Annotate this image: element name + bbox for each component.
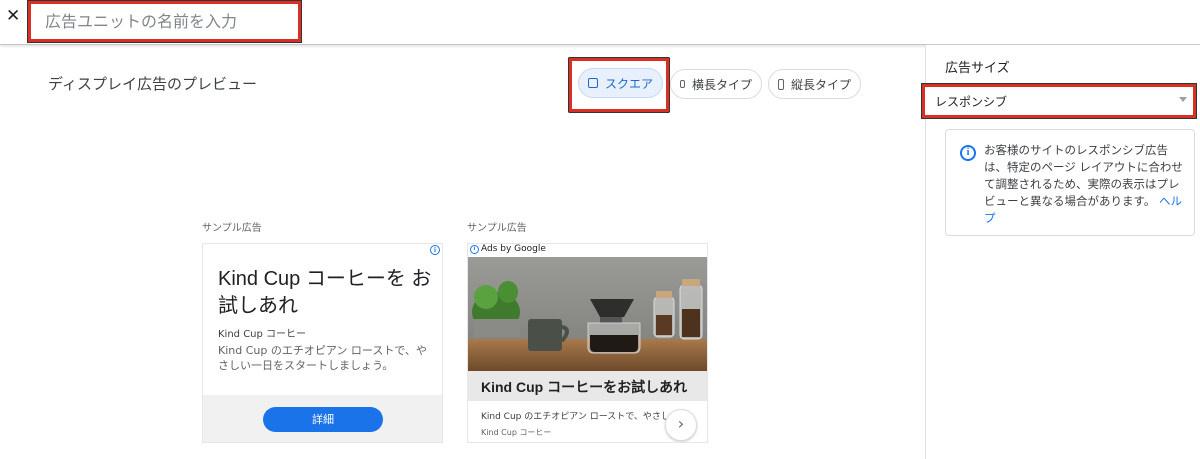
ads-by-label: Ads by Google — [481, 244, 546, 254]
landscape-icon — [680, 80, 685, 88]
adchoices-icon: i — [470, 244, 479, 254]
shape-square-label: スクエア — [604, 76, 653, 91]
shape-landscape-label: 横長タイプ — [691, 77, 752, 92]
shape-portrait-label: 縦長タイプ — [790, 77, 851, 92]
ad-size-label: 広告サイズ — [945, 61, 1010, 76]
sample-ad-text: i Kind Cup コーヒーを お試しあれ Kind Cup コーヒー Kin… — [202, 243, 443, 443]
sample-ad-image: i Ads by Google Kind Cup コーヒーをお試しあれ Kind… — [467, 243, 708, 443]
ad-description: Kind Cup のエチオピアン ローストで、やさしい一日をスタートしましょう。 — [218, 344, 427, 372]
sample-ad-label-2: サンプル広告 — [467, 223, 527, 234]
ad-cta-button[interactable]: 詳細 — [263, 407, 383, 432]
coffee-photo — [468, 257, 707, 371]
shape-landscape-button[interactable]: 横長タイプ — [670, 69, 762, 99]
ad-headline: Kind Cup コーヒーをお試しあれ — [481, 379, 688, 395]
sample-ad-label-1: サンプル広告 — [202, 223, 262, 234]
shape-portrait-button[interactable]: 縦長タイプ — [768, 69, 861, 99]
portrait-icon — [778, 78, 784, 90]
square-icon — [588, 78, 598, 88]
close-icon[interactable]: ✕ — [6, 6, 24, 26]
ad-headline: Kind Cup コーヒーを お試しあれ — [218, 268, 432, 317]
info-text: お客様のサイトのレスポンシブ広告は、特定のページ レイアウトに合わせて調整される… — [984, 142, 1186, 227]
info-icon: i — [960, 145, 976, 161]
ads-by-google[interactable]: i Ads by Google — [470, 244, 546, 254]
adchoices-icon[interactable]: i — [430, 245, 440, 255]
shape-square-button[interactable]: スクエア — [578, 68, 663, 98]
preview-title: ディスプレイ広告のプレビュー — [48, 75, 257, 93]
dropdown-caret-icon — [1179, 97, 1187, 102]
ad-brand: Kind Cup コーヒー — [481, 428, 552, 437]
info-message: お客様のサイトのレスポンシブ広告は、特定のページ レイアウトに合わせて調整される… — [984, 143, 1183, 208]
ad-unit-name-input[interactable] — [27, 0, 302, 43]
ad-brand: Kind Cup コーヒー — [218, 329, 307, 340]
ad-size-select[interactable]: レスポンシブ — [921, 83, 1197, 119]
ad-description: Kind Cup のエチオピアン ローストで、やさし... — [481, 412, 679, 422]
chevron-right-icon[interactable]: › — [665, 409, 697, 441]
ad-size-value: レスポンシブ — [935, 94, 1008, 109]
